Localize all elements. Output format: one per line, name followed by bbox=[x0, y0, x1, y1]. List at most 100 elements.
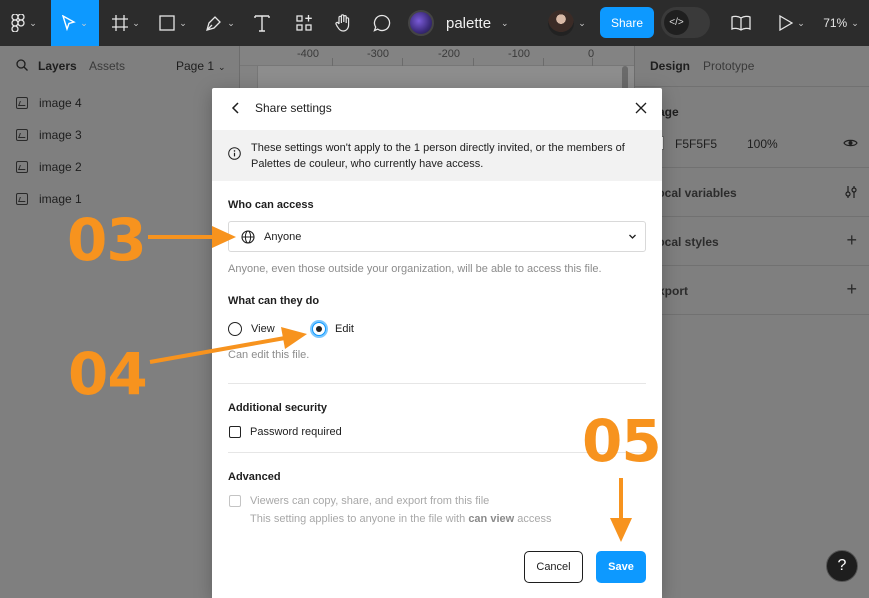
eye-icon[interactable] bbox=[843, 138, 858, 148]
viewers-note: This setting applies to anyone in the fi… bbox=[250, 513, 551, 525]
avatar bbox=[548, 10, 575, 36]
page-selector-label: Page 1 bbox=[176, 59, 215, 73]
toolbar: ⌄ ⌄ ⌄ ⌄ ⌄ palette ⌄ ⌄ Share </> ⌄ 71% ⌄ bbox=[0, 0, 869, 46]
tab-layers[interactable]: Layers bbox=[38, 59, 77, 73]
close-icon[interactable] bbox=[633, 100, 649, 116]
ruler-label: -300 bbox=[367, 48, 390, 60]
text-tool-icon bbox=[254, 15, 270, 32]
figma-menu-icon bbox=[11, 14, 25, 32]
chevron-down-icon: ⌄ bbox=[179, 17, 187, 28]
pen-tool-button[interactable]: ⌄ bbox=[198, 0, 242, 46]
dev-mode-toggle[interactable]: </> bbox=[661, 7, 710, 38]
save-button[interactable]: Save bbox=[596, 551, 646, 583]
radio-edit[interactable] bbox=[312, 322, 326, 336]
viewers-note-prefix: This setting applies to anyone in the fi… bbox=[250, 513, 466, 525]
what-can-they-do-label: What can they do bbox=[228, 295, 320, 307]
tab-prototype[interactable]: Prototype bbox=[703, 59, 754, 73]
ruler-tick bbox=[592, 58, 593, 66]
library-icon bbox=[731, 15, 751, 31]
password-checkbox[interactable] bbox=[229, 426, 241, 438]
zoom-level: 71% bbox=[823, 16, 848, 30]
image-icon bbox=[16, 161, 28, 173]
page-selector[interactable]: Page 1 ⌄ bbox=[176, 59, 226, 73]
fill-opacity[interactable]: 100% bbox=[747, 137, 778, 151]
frame-tool-icon bbox=[112, 15, 129, 31]
radio-edit-label[interactable]: Edit bbox=[335, 323, 354, 335]
step-04-label: 04 bbox=[68, 340, 148, 408]
ruler-top: -400 -300 -200 -100 0 bbox=[240, 46, 634, 66]
radio-view-label[interactable]: View bbox=[251, 323, 275, 335]
option-hint: Can edit this file. bbox=[228, 349, 310, 361]
add-style-icon[interactable]: + bbox=[846, 230, 857, 251]
ruler-tick bbox=[332, 58, 333, 66]
hand-tool-icon bbox=[335, 14, 350, 32]
chevron-down-icon: ⌄ bbox=[80, 17, 88, 28]
share-settings-modal: Share settings These settings won't appl… bbox=[212, 88, 662, 598]
search-icon[interactable] bbox=[16, 59, 28, 71]
tab-assets[interactable]: Assets bbox=[89, 59, 125, 73]
layer-row[interactable]: image 4 bbox=[0, 87, 240, 119]
layer-label: image 1 bbox=[39, 192, 82, 206]
file-name-menu[interactable]: palette ⌄ bbox=[446, 0, 516, 46]
chevron-down-icon: ⌄ bbox=[501, 17, 509, 28]
move-tool-button[interactable]: ⌄ bbox=[51, 0, 99, 46]
user-avatar-button[interactable]: ⌄ bbox=[544, 0, 590, 46]
cancel-button[interactable]: Cancel bbox=[524, 551, 583, 583]
pen-tool-icon bbox=[206, 16, 222, 31]
fill-hex[interactable]: F5F5F5 bbox=[675, 137, 717, 151]
ruler-label: -100 bbox=[508, 48, 531, 60]
chevron-down-icon: ⌄ bbox=[851, 17, 859, 28]
ruler-label: -200 bbox=[438, 48, 461, 60]
additional-security-label: Additional security bbox=[228, 402, 328, 414]
step-03-label: 03 bbox=[67, 206, 147, 274]
shape-tool-button[interactable]: ⌄ bbox=[152, 0, 194, 46]
back-arrow-icon[interactable] bbox=[228, 100, 244, 116]
section-local-variables: Local variables bbox=[650, 186, 737, 200]
file-name: palette bbox=[446, 14, 492, 32]
access-hint: Anyone, even those outside your organiza… bbox=[228, 263, 602, 275]
chevron-down-icon bbox=[629, 234, 636, 239]
divider bbox=[635, 265, 869, 266]
image-icon bbox=[16, 193, 28, 205]
divider bbox=[635, 86, 869, 87]
text-tool-button[interactable] bbox=[248, 0, 276, 46]
file-thumbnail[interactable] bbox=[408, 0, 434, 46]
ruler-tick bbox=[402, 58, 403, 66]
comment-tool-button[interactable] bbox=[368, 0, 396, 46]
access-select[interactable]: Anyone bbox=[228, 221, 646, 252]
layer-label: image 3 bbox=[39, 128, 82, 142]
help-button[interactable]: ? bbox=[826, 550, 858, 582]
tab-design[interactable]: Design bbox=[650, 59, 690, 73]
image-icon bbox=[16, 129, 28, 141]
ruler-tick bbox=[473, 58, 474, 66]
zoom-menu[interactable]: 71% ⌄ bbox=[818, 0, 864, 46]
resources-icon bbox=[296, 15, 312, 31]
left-panel-tabs: Layers Assets Page 1 ⌄ bbox=[0, 46, 240, 86]
layer-row[interactable]: image 3 bbox=[0, 119, 240, 151]
layer-row[interactable]: image 2 bbox=[0, 151, 240, 183]
dev-mode-icon: </> bbox=[664, 10, 689, 35]
layer-label: image 2 bbox=[39, 160, 82, 174]
viewers-note-bold: can view bbox=[468, 513, 515, 525]
left-panel: Layers Assets Page 1 ⌄ image 4 image 3 im… bbox=[0, 46, 240, 598]
chevron-down-icon: ⌄ bbox=[797, 17, 805, 28]
variables-icon[interactable] bbox=[844, 185, 858, 199]
radio-view[interactable] bbox=[228, 322, 242, 336]
share-button[interactable]: Share bbox=[600, 7, 654, 38]
present-button[interactable]: ⌄ bbox=[774, 0, 810, 46]
add-export-icon[interactable]: + bbox=[846, 279, 857, 300]
chevron-down-icon: ⌄ bbox=[132, 17, 140, 28]
viewers-copy-checkbox bbox=[229, 495, 241, 507]
library-button[interactable] bbox=[729, 0, 753, 46]
chevron-down-icon: ⌄ bbox=[578, 17, 586, 28]
image-icon bbox=[16, 97, 28, 109]
hand-tool-button[interactable] bbox=[329, 0, 357, 46]
info-icon bbox=[228, 147, 241, 160]
resources-button[interactable] bbox=[290, 0, 318, 46]
layer-label: image 4 bbox=[39, 96, 82, 110]
password-label[interactable]: Password required bbox=[250, 426, 342, 438]
frame-tool-button[interactable]: ⌄ bbox=[105, 0, 147, 46]
main-menu-button[interactable]: ⌄ bbox=[0, 0, 48, 46]
info-text: These settings won't apply to the 1 pers… bbox=[251, 142, 625, 170]
shape-tool-icon bbox=[159, 15, 175, 31]
